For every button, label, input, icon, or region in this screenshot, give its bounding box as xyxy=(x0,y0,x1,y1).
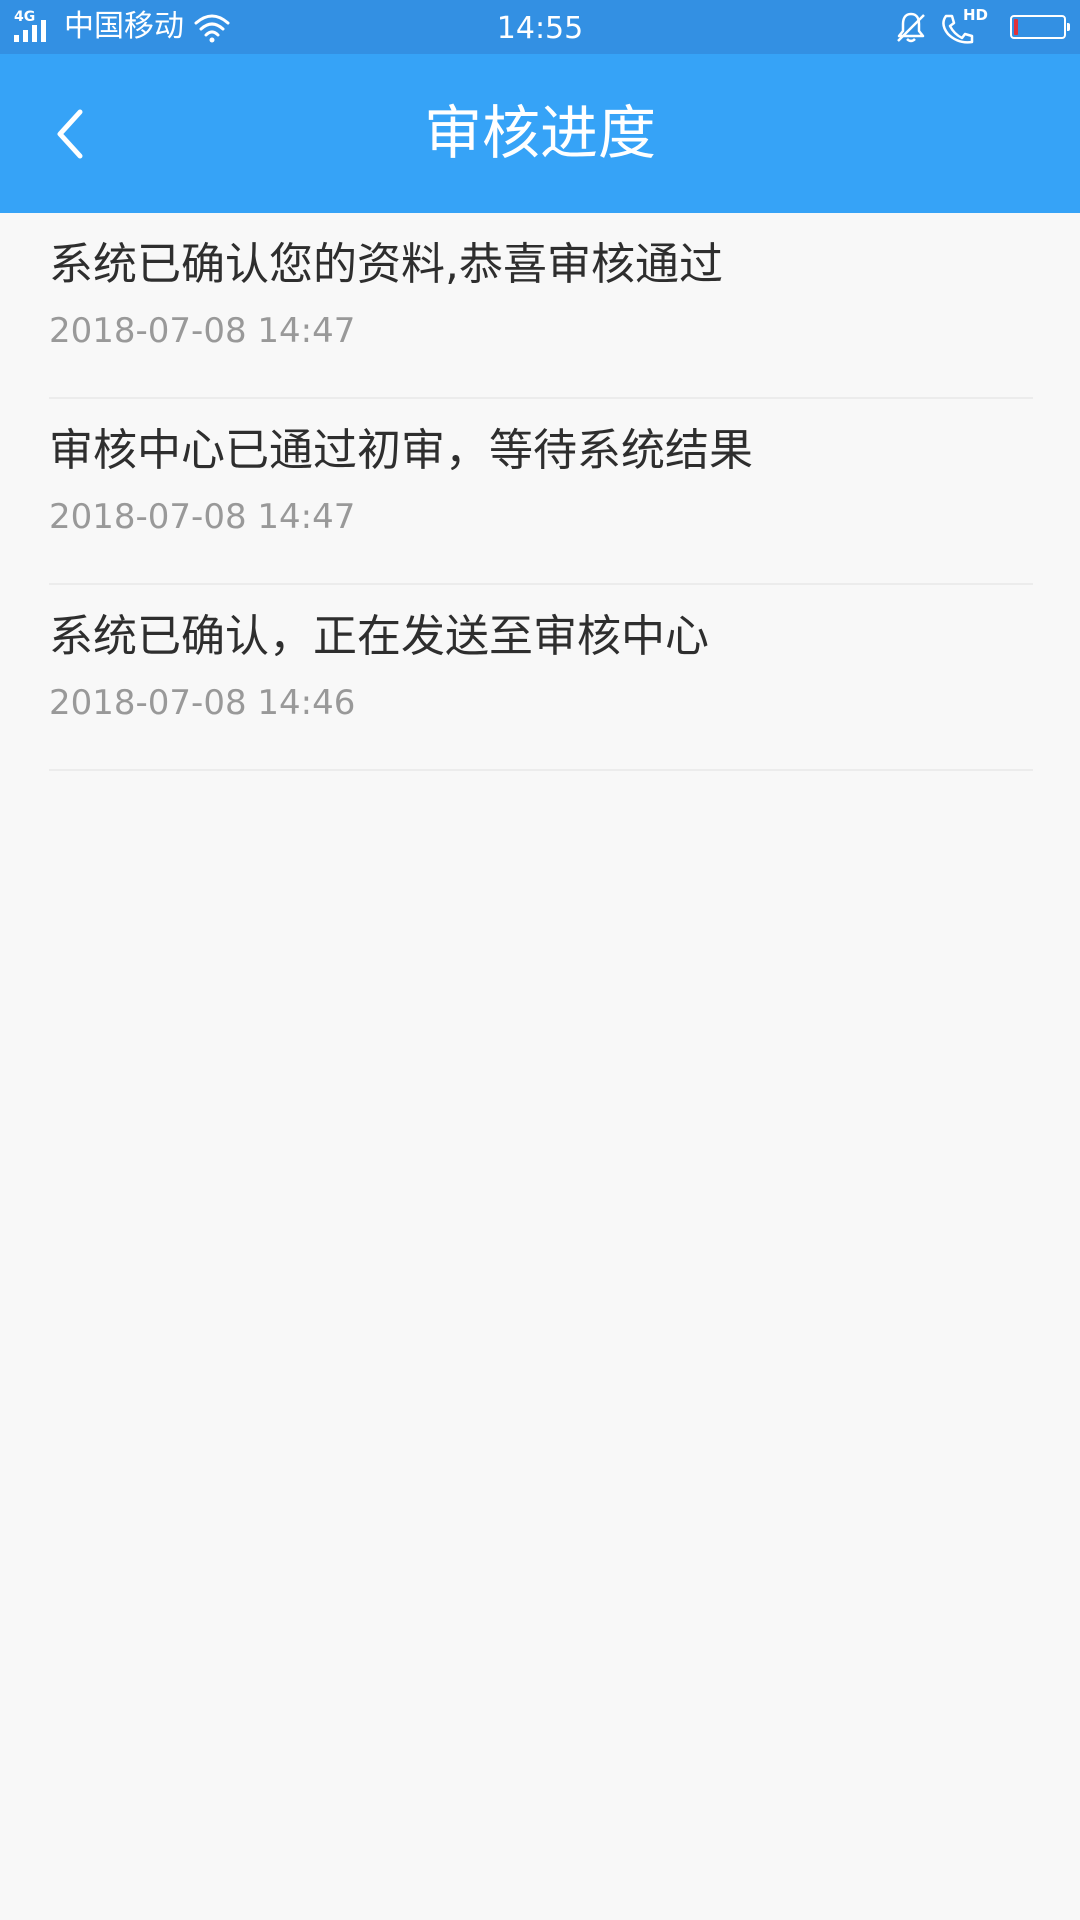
nav-bar: 审核进度 xyxy=(0,54,1080,213)
status-bar: 4G 中国移动 14:55 HD xyxy=(0,0,1080,54)
hd-call-icon: HD xyxy=(940,8,988,44)
progress-time: 2018-07-08 14:46 xyxy=(49,683,356,723)
battery-icon xyxy=(1010,15,1070,39)
battery-level xyxy=(1014,19,1018,35)
progress-message: 审核中心已通过初审，等待系统结果 xyxy=(49,425,753,476)
list-item: 系统已确认您的资料,恭喜审核通过 2018-07-08 14:47 xyxy=(49,213,1033,399)
battery-cap xyxy=(1067,23,1070,31)
list-item: 审核中心已通过初审，等待系统结果 2018-07-08 14:47 xyxy=(49,399,1033,585)
progress-list: 系统已确认您的资料,恭喜审核通过 2018-07-08 14:47 审核中心已通… xyxy=(0,213,1080,771)
list-item: 系统已确认，正在发送至审核中心 2018-07-08 14:46 xyxy=(49,585,1033,771)
status-right: HD xyxy=(896,0,1070,54)
page-title: 审核进度 xyxy=(423,99,656,167)
progress-message: 系统已确认您的资料,恭喜审核通过 xyxy=(49,239,723,290)
progress-time: 2018-07-08 14:47 xyxy=(49,311,356,351)
progress-time: 2018-07-08 14:47 xyxy=(49,497,356,537)
progress-message: 系统已确认，正在发送至审核中心 xyxy=(49,611,709,662)
bell-muted-icon xyxy=(897,12,925,43)
